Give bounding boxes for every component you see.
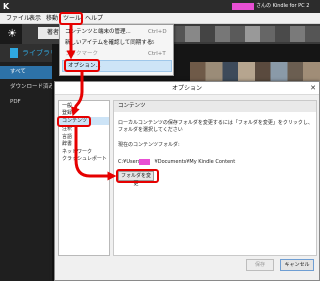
sun-icon: ☀ [7, 27, 17, 40]
menu-file[interactable]: ファイル [6, 14, 30, 24]
library-icon [10, 48, 18, 58]
panel-title: コンテンツ [118, 103, 146, 109]
sidebar-item-pdf[interactable]: PDF [0, 96, 52, 109]
category-dictionary[interactable]: 辞書 [62, 141, 72, 148]
annotation-box-options [64, 59, 100, 72]
panel-description: ローカルコンテンツの保存フォルダを変更するには「フォルダを変更」をクリックし、フ… [118, 120, 313, 133]
content-folder-path: C:¥Users¥ ¥Documents¥My Kindle Content [118, 159, 235, 166]
shortcut-label: Ctrl+T [148, 51, 166, 57]
category-general[interactable]: 一般 [62, 103, 72, 110]
sidebar-item-all[interactable]: すべて [0, 66, 52, 79]
menu-help[interactable]: ヘルプ [85, 14, 103, 24]
category-language[interactable]: 言語 [62, 134, 72, 141]
annotation-box-tools [59, 12, 83, 25]
save-button[interactable]: 保存 [246, 259, 274, 271]
close-icon[interactable]: ✕ [308, 83, 318, 94]
category-crash-report[interactable]: クラッシュレポート [62, 156, 107, 163]
path-suffix: ¥Documents¥My Kindle Content [154, 159, 236, 165]
shortcut-label: F5 [148, 40, 155, 46]
menu-item-manage-content[interactable]: コンテンツと端末の管理... [65, 27, 131, 37]
category-annotations[interactable]: 注釈 [62, 126, 72, 133]
category-network[interactable]: ネットワーク [62, 149, 92, 156]
window-title: さんの Kindle for PC 2 [256, 3, 310, 9]
redacted-username [232, 3, 254, 10]
cancel-button[interactable]: キャンセル [280, 259, 314, 271]
current-folder-label: 現在のコンテンツフォルダ: [118, 142, 180, 148]
menu-item-bookmark[interactable]: ブックマーク [65, 49, 98, 59]
dialog-title: オプション [171, 85, 202, 92]
annotation-box-content [57, 116, 91, 127]
annotation-box-change-folder [116, 169, 159, 183]
blurred-search-area [170, 26, 320, 42]
kindle-logo-icon: K [3, 2, 10, 11]
shortcut-label: Ctrl+D [148, 29, 167, 35]
sidebar-item-downloaded[interactable]: ダウンロード済み [0, 81, 54, 94]
sidebar [0, 44, 52, 281]
menu-item-sync[interactable]: 新しいアイテムを確認して同期する [65, 38, 152, 48]
menu-go[interactable]: 移動 [46, 14, 58, 24]
menu-view[interactable]: 表示 [29, 14, 41, 24]
redacted-username [139, 159, 150, 165]
